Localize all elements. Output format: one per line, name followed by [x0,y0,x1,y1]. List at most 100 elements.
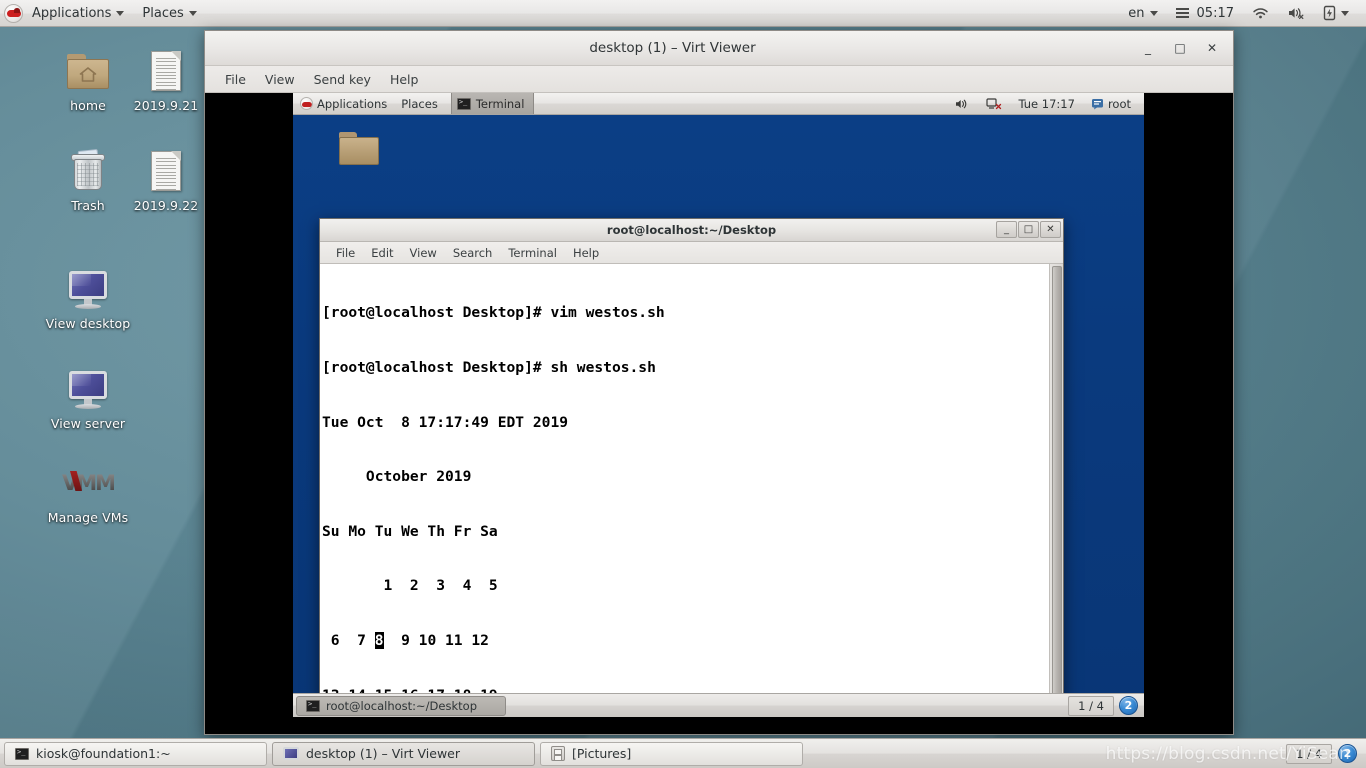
maximize-button[interactable]: □ [1172,40,1188,56]
document-icon [142,47,190,95]
user-icon [1091,98,1103,109]
terminal-line: October 2019 [322,468,472,486]
terminal-close-button[interactable]: ✕ [1040,221,1061,238]
close-button[interactable]: ✕ [1204,40,1220,56]
terminal-window[interactable]: root@localhost:~/Desktop _ □ ✕ File Edit… [319,218,1064,703]
wifi-icon[interactable] [1243,0,1278,26]
terminal-minimize-button[interactable]: _ [996,221,1017,238]
monitor-icon [64,365,112,413]
cal-day-highlighted: 8 [374,631,384,649]
battery-icon[interactable] [1314,0,1358,26]
host-taskbar-item-kiosk[interactable]: kiosk@foundation1:~ [4,741,267,766]
host-menu-applications[interactable]: Applications [23,0,133,26]
host-panel-left: Applications Places [0,0,206,26]
chevron-down-icon [1341,10,1349,16]
file-manager-icon [551,746,565,761]
terminal-line: Su Mo Tu We Th Fr Sa [322,522,498,540]
terminal-titlebar[interactable]: root@localhost:~/Desktop _ □ ✕ [320,219,1063,242]
term-menu-terminal[interactable]: Terminal [501,244,564,262]
terminal-scrollbar[interactable] [1049,264,1063,702]
vm-workspace-indicator[interactable]: 1 / 4 [1068,695,1114,716]
desktop-icon-view-server[interactable]: View server [40,365,136,431]
vm-window-task-terminal[interactable]: Terminal [450,93,535,114]
chevron-down-icon [1149,10,1158,16]
wifi-glyph [1253,8,1268,19]
host-workspace-indicator[interactable]: 1 / 4 [1286,743,1332,764]
desktop-icon-view-desktop-label: View desktop [45,316,131,331]
host-taskbar-item-kiosk-label: kiosk@foundation1:~ [36,746,171,761]
vm-logo-and-applications[interactable]: Applications [293,93,394,114]
vm-taskbar-item-label: root@localhost:~/Desktop [326,698,477,713]
term-menu-search[interactable]: Search [446,244,500,262]
desktop-icon-doc-2019-9-22[interactable]: 2019.9.22 [118,147,214,213]
minimize-button[interactable]: _ [1140,40,1156,56]
vm-menu-places-label: Places [401,96,438,111]
chevron-down-icon [116,10,125,16]
vm-menu-applications-label: Applications [317,96,388,111]
desktop-icon-view-server-label: View server [50,416,126,431]
vv-menu-view[interactable]: View [257,69,303,90]
host-taskbar-item-pictures[interactable]: [Pictures] [540,741,803,766]
volume-muted-icon[interactable] [1278,0,1314,26]
host-taskbar-item-pictures-label: [Pictures] [572,746,632,761]
vm-notification-badge[interactable]: 2 [1119,696,1138,715]
clock-label: 05:17 [1196,5,1234,21]
chevron-down-icon [188,10,197,16]
term-menu-help[interactable]: Help [566,244,606,262]
desktop-icon-trash-label: Trash [71,198,105,213]
vm-user-menu[interactable]: root [1084,97,1138,111]
desktop-icon-view-desktop[interactable]: View desktop [40,265,136,331]
terminal-scrollbar-thumb[interactable] [1052,266,1062,702]
terminal-title: root@localhost:~/Desktop [606,223,777,237]
vm-viewport[interactable]: Applications Places Terminal [205,93,1233,734]
clock-area[interactable]: 05:17 [1167,0,1243,26]
volume-icon[interactable] [948,98,977,110]
virt-viewer-window-controls: _ □ ✕ [1140,40,1233,56]
virt-viewer-menubar: File View Send key Help [205,66,1233,93]
cal-day: 6 7 [322,631,375,649]
host-panel-tray: en 05:17 [1119,0,1366,26]
term-menu-file[interactable]: File [329,244,362,262]
terminal-window-controls: _ □ ✕ [996,221,1061,238]
vm-top-panel: Applications Places Terminal [293,93,1144,115]
vmm-icon: VMM [61,471,116,495]
vv-menu-help[interactable]: Help [382,69,427,90]
terminal-maximize-button[interactable]: □ [1018,221,1039,238]
desktop-icon-doc-2019-9-21[interactable]: 2019.9.21 [118,47,214,113]
term-menu-edit[interactable]: Edit [364,244,400,262]
host-taskbar-right: 1 / 4 2 [1286,743,1362,764]
vm-desktop-folder-icon[interactable] [336,128,384,172]
terminal-output[interactable]: [root@localhost Desktop]# vim westos.sh … [320,264,1049,702]
monitor-icon [64,265,112,313]
vm-screen[interactable]: Applications Places Terminal [293,93,1144,717]
vm-taskbar-right: 1 / 4 2 [1068,695,1141,716]
desktop-icon-doc-2019-9-21-label: 2019.9.21 [133,98,199,113]
host-notification-badge[interactable]: 2 [1338,744,1357,763]
folder-home-icon [64,47,112,95]
host-top-panel: Applications Places en 05:17 [0,0,1366,27]
vm-menu-places[interactable]: Places [394,93,445,114]
host-menu-places[interactable]: Places [133,0,205,26]
cal-day: 9 10 11 12 [383,631,489,649]
host-taskbar-item-virt-viewer[interactable]: desktop (1) – Virt Viewer [272,741,535,766]
language-indicator[interactable]: en [1119,0,1166,26]
vm-taskbar-item-terminal[interactable]: root@localhost:~/Desktop [296,695,506,716]
host-taskbar: kiosk@foundation1:~ desktop (1) – Virt V… [0,738,1366,768]
vm-clock-label: Tue 17:17 [1018,96,1075,111]
redhat-logo-icon[interactable] [4,3,23,23]
vm-clock[interactable]: Tue 17:17 [1011,97,1081,111]
network-disconnected-icon[interactable] [979,97,1009,110]
terminal-line-highlighted: 6 7 8 9 10 11 12 [322,631,1049,650]
vv-menu-file[interactable]: File [217,69,254,90]
terminal-body[interactable]: [root@localhost Desktop]# vim westos.sh … [320,264,1063,702]
desktop-icon-manage-vms[interactable]: VMM Manage VMs [40,459,136,525]
battery-glyph [1323,5,1336,21]
terminal-line: [root@localhost Desktop]# vim westos.sh [322,304,665,322]
vm-window-task-label: Terminal [475,96,525,111]
virt-viewer-titlebar[interactable]: desktop (1) – Virt Viewer _ □ ✕ [205,31,1233,66]
vv-menu-send-key[interactable]: Send key [306,69,379,90]
term-menu-view[interactable]: View [403,244,444,262]
vm-user-label: root [1107,96,1131,111]
document-icon [142,147,190,195]
virt-viewer-window[interactable]: desktop (1) – Virt Viewer _ □ ✕ File Vie… [204,30,1234,735]
